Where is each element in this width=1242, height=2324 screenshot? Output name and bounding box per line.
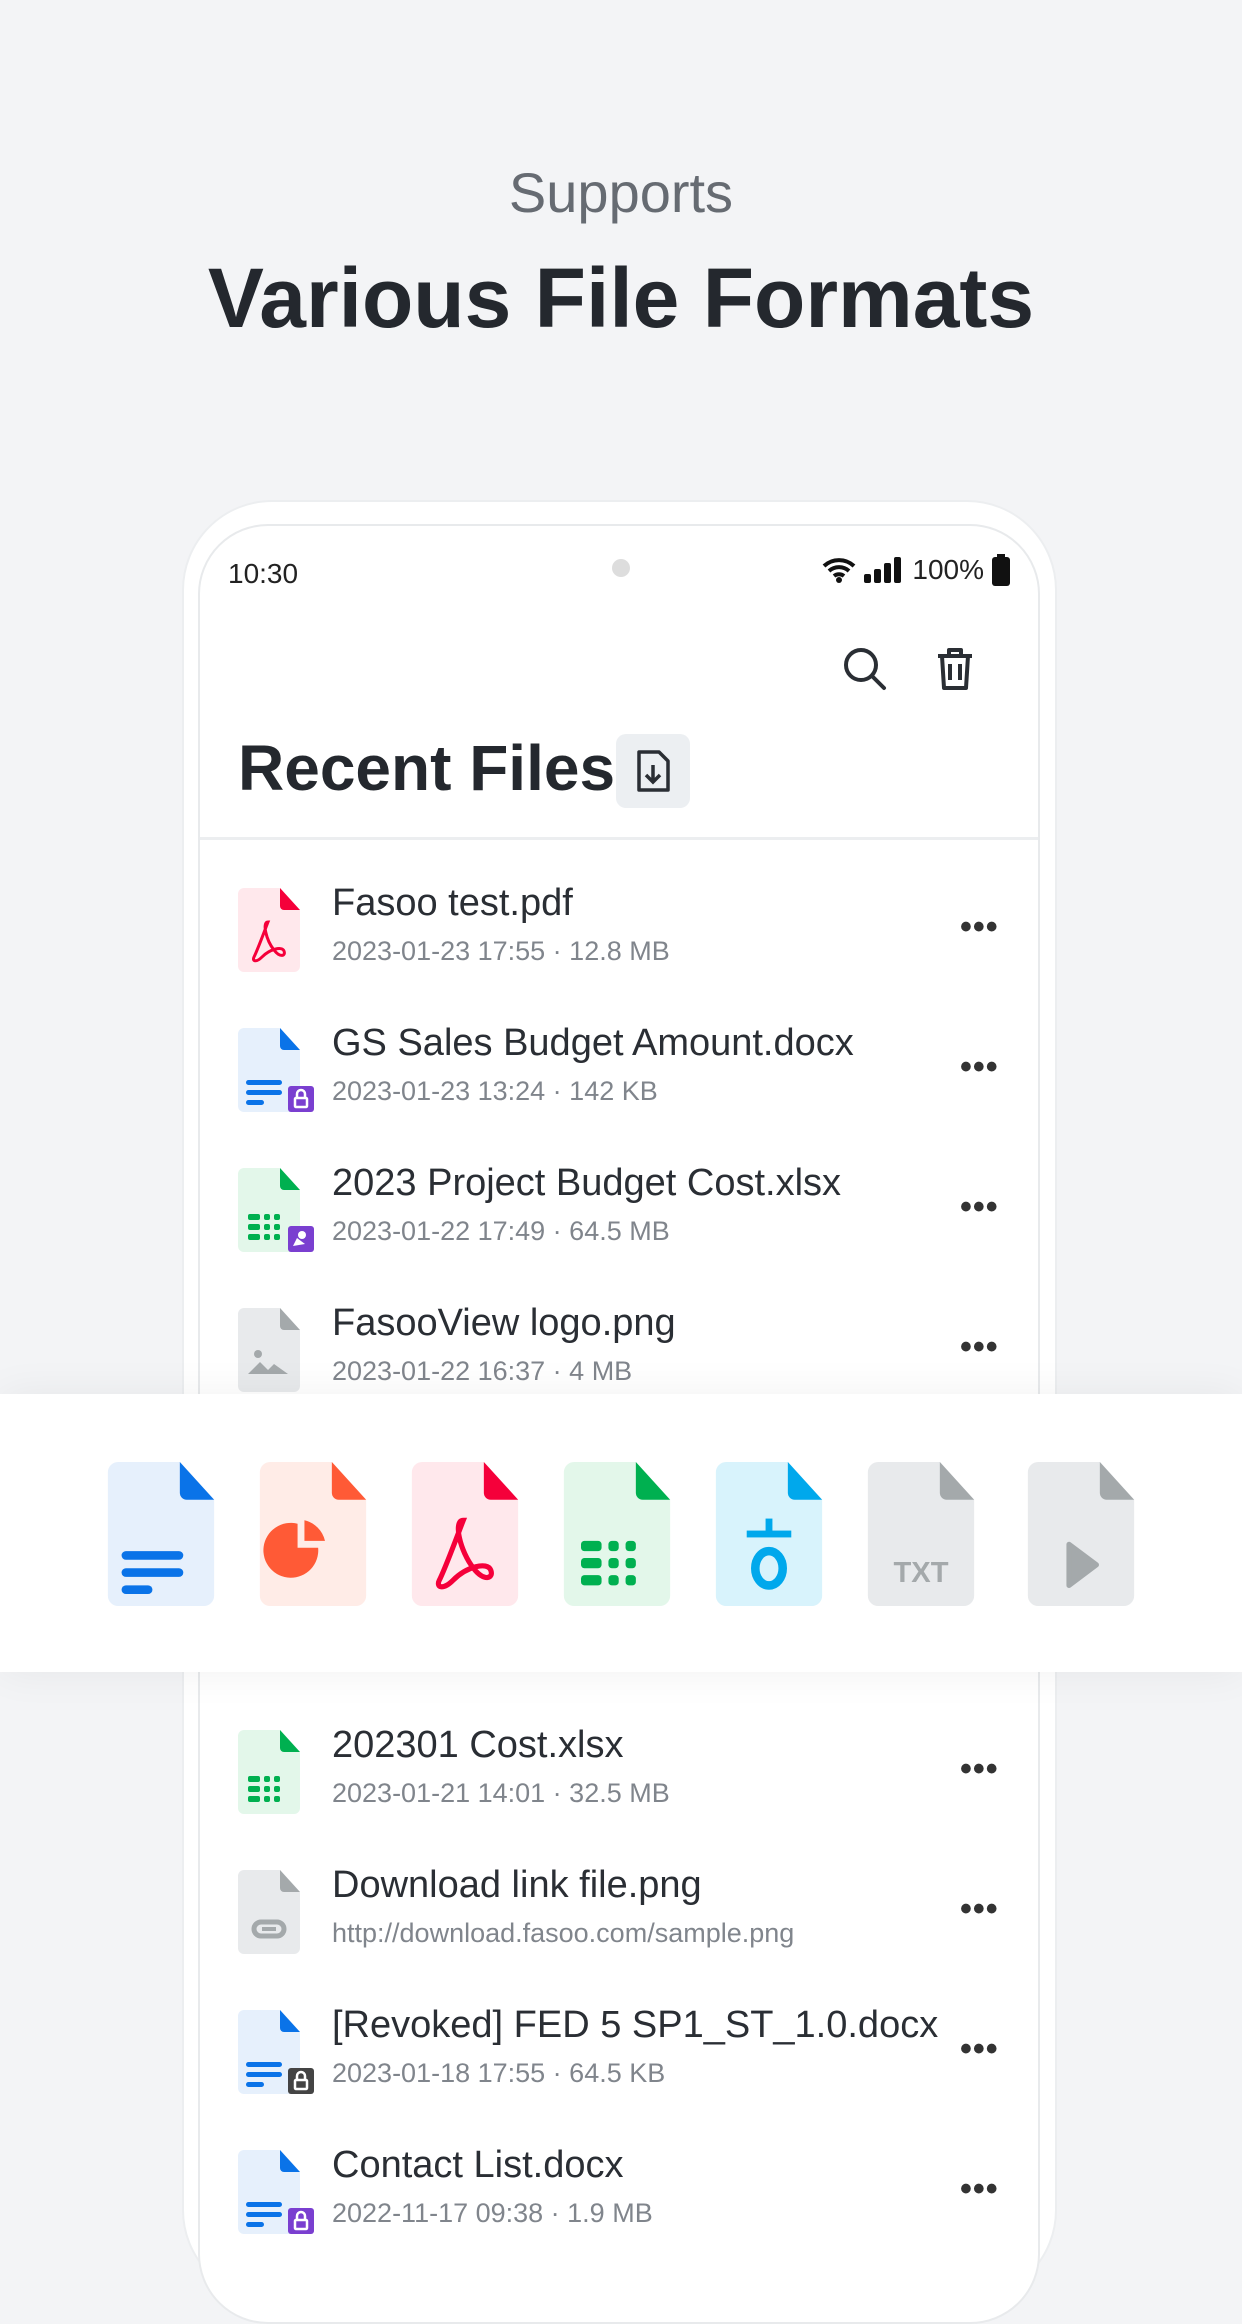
file-name: 202301 Cost.xlsx xyxy=(332,1724,624,1766)
more-options-button[interactable]: ••• xyxy=(960,1890,999,1929)
file-name: Download link file.png xyxy=(332,1864,702,1906)
more-options-button[interactable]: ••• xyxy=(960,1188,999,1227)
more-options-button[interactable]: ••• xyxy=(960,1750,999,1789)
more-options-button[interactable]: ••• xyxy=(960,908,999,947)
wifi-icon xyxy=(823,558,856,583)
img-file-icon xyxy=(238,1308,300,1392)
doc-format-glyph xyxy=(107,1462,215,1606)
more-options-button[interactable]: ••• xyxy=(960,2030,999,2069)
more-options-button[interactable]: ••• xyxy=(960,2170,999,2209)
video-format-glyph xyxy=(1027,1462,1135,1606)
xls-file-icon xyxy=(238,1730,300,1814)
file-name: Contact List.docx xyxy=(332,2144,624,2186)
download-file-button[interactable] xyxy=(616,734,690,808)
hwp-format-glyph xyxy=(715,1462,823,1606)
file-meta: 2023-01-22 17:49 · 64.5 MB xyxy=(332,1216,670,1246)
file-row[interactable]: Download link file.png http://download.f… xyxy=(200,1862,1038,2002)
headline-sub: Supports xyxy=(508,161,734,224)
camera-dot xyxy=(612,559,630,577)
file-row[interactable]: Fasoo test.pdf 2023-01-23 17:55 · 12.8 M… xyxy=(200,880,1038,1020)
file-row[interactable]: [Revoked] FED 5 SP1_ST_1.0.docx 2023-01-… xyxy=(200,2002,1038,2142)
txt-format-icon: TXT xyxy=(867,1462,975,1606)
file-name: GS Sales Budget Amount.docx xyxy=(332,1022,854,1064)
file-meta: 2023-01-22 16:37 · 4 MB xyxy=(332,1356,633,1386)
xls-format-icon xyxy=(563,1462,671,1606)
signal-icon xyxy=(864,557,902,583)
search-icon[interactable] xyxy=(840,644,890,694)
hwp-format-icon xyxy=(715,1462,823,1606)
supported-formats-band: TXT xyxy=(0,1394,1242,1672)
more-options-button[interactable]: ••• xyxy=(960,1328,999,1367)
file-meta: 2023-01-23 13:24 · 142 KB xyxy=(332,1076,658,1106)
xls-file-icon xyxy=(238,1168,314,1252)
file-row[interactable]: Contact List.docx 2022-11-17 09:38 · 1.9… xyxy=(200,2142,1038,2282)
link-file-icon xyxy=(238,1870,300,1954)
file-meta: http://download.fasoo.com/sample.png xyxy=(332,1918,795,1948)
txt-label: TXT xyxy=(893,1557,948,1589)
file-meta: 2023-01-18 17:55 · 64.5 KB xyxy=(332,2058,666,2088)
file-name: Fasoo test.pdf xyxy=(332,882,573,924)
txt-format-glyph: TXT xyxy=(867,1462,975,1606)
more-options-button[interactable]: ••• xyxy=(960,1048,999,1087)
file-row[interactable]: 202301 Cost.xlsx 2023-01-21 14:01 · 32.5… xyxy=(200,1722,1038,1862)
doc-format-icon xyxy=(107,1462,215,1606)
status-time: 10:30 xyxy=(228,558,299,589)
file-row[interactable]: GS Sales Budget Amount.docx 2023-01-23 1… xyxy=(200,1020,1038,1160)
headline-main: Various File Formats xyxy=(207,251,1035,345)
file-meta: 2022-11-17 09:38 · 1.9 MB xyxy=(332,2198,653,2228)
file-meta: 2023-01-23 17:55 · 12.8 MB xyxy=(332,936,670,966)
doc-file-icon xyxy=(238,2150,314,2234)
page-title: Recent Files xyxy=(238,732,616,804)
file-meta: 2023-01-21 14:01 · 32.5 MB xyxy=(332,1778,670,1808)
pdf-format-icon xyxy=(411,1462,519,1606)
trash-icon[interactable] xyxy=(930,644,980,694)
file-download-icon xyxy=(637,750,670,792)
doc-file-icon xyxy=(238,2010,314,2094)
xls-format-glyph xyxy=(563,1462,671,1606)
pdf-file-icon xyxy=(238,888,300,972)
file-name: [Revoked] FED 5 SP1_ST_1.0.docx xyxy=(332,2004,939,2046)
file-name: 2023 Project Budget Cost.xlsx xyxy=(332,1162,842,1204)
file-name: FasooView logo.png xyxy=(332,1302,676,1344)
status-icons: 100% xyxy=(822,554,1010,586)
file-row[interactable]: 2023 Project Budget Cost.xlsx 2023-01-22… xyxy=(200,1160,1038,1300)
pdf-format-glyph xyxy=(411,1462,519,1606)
battery-icon xyxy=(992,554,1010,586)
doc-file-icon xyxy=(238,1028,314,1112)
ppt-format-icon xyxy=(259,1462,367,1606)
video-format-icon xyxy=(1027,1462,1135,1606)
ppt-format-glyph xyxy=(259,1462,367,1606)
battery-percent: 100% xyxy=(912,554,984,585)
header-divider xyxy=(200,837,1038,840)
